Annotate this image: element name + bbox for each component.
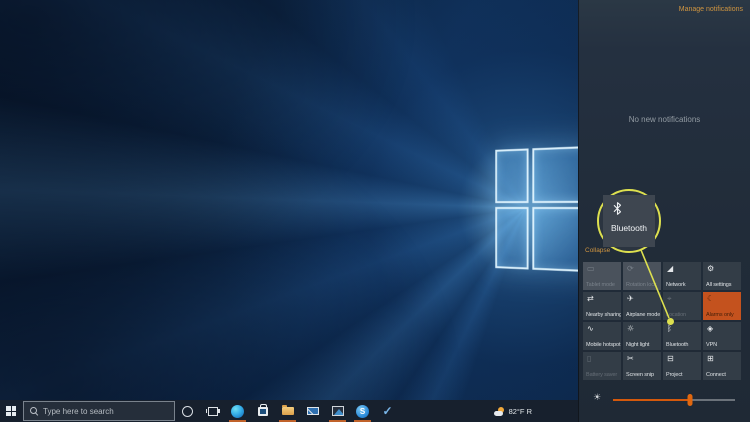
tile-label: Nearby sharing — [586, 312, 621, 318]
skype-icon: S — [356, 405, 369, 418]
bluetooth-callout-tile: Bluetooth — [603, 195, 655, 247]
tile-rotation-lock: ⟳ Rotation lock — [623, 262, 661, 290]
mail-icon — [307, 407, 319, 415]
start-button[interactable] — [0, 400, 22, 422]
network-icon: ◢ — [667, 264, 673, 273]
bluetooth-callout-label: Bluetooth — [603, 223, 655, 233]
cortana-icon — [182, 406, 193, 417]
taskbar-app-edge[interactable] — [225, 400, 250, 422]
taskbar-app-store[interactable] — [250, 400, 275, 422]
tile-label: Bluetooth — [666, 342, 688, 348]
screen-snip-icon: ✂ — [627, 354, 634, 363]
tile-label: Alarms only — [706, 312, 734, 318]
bluetooth-icon — [613, 202, 622, 215]
connect-icon: ⊞ — [707, 354, 714, 363]
weather-temperature: 82°F R — [509, 407, 532, 416]
brightness-slider[interactable] — [613, 399, 735, 401]
tile-label: Tablet mode — [586, 282, 615, 288]
desktop-wallpaper — [0, 0, 578, 400]
all-settings-icon: ⚙ — [707, 264, 714, 273]
tile-label: Screen snip — [626, 372, 654, 378]
tile-location[interactable]: ⌖ Location — [663, 292, 701, 320]
alarms-only-icon: ☾ — [707, 294, 714, 303]
bluetooth-callout-circle: Bluetooth — [597, 189, 661, 253]
tile-label: Rotation lock — [626, 282, 657, 288]
tile-connect[interactable]: ⊞ Connect — [703, 352, 741, 380]
tile-label: Battery saver — [586, 372, 617, 378]
brightness-slider-fill — [613, 399, 690, 401]
location-icon: ⌖ — [667, 294, 672, 303]
brightness-row: ☀ — [579, 390, 750, 408]
tile-bluetooth[interactable]: ᛒ Bluetooth — [663, 322, 701, 350]
rotation-lock-icon: ⟳ — [627, 264, 634, 273]
taskbar-app-photos[interactable] — [325, 400, 350, 422]
brightness-sun-icon: ☀ — [593, 393, 601, 403]
bluetooth-icon: ᛒ — [667, 324, 672, 333]
search-input[interactable]: Type here to search — [23, 401, 175, 421]
desktop-screen: Type here to search S✓ 82°F R Manage not… — [0, 0, 750, 422]
file-explorer-icon — [282, 407, 294, 415]
taskbar-app-file-explorer[interactable] — [275, 400, 300, 422]
taskbar-app-icons: S✓ — [175, 400, 400, 422]
store-icon — [258, 407, 268, 416]
tablet-mode-icon: ▭ — [587, 264, 595, 273]
tile-screen-snip[interactable]: ✂ Screen snip — [623, 352, 661, 380]
taskbar-app-to-do[interactable]: ✓ — [375, 400, 400, 422]
vpn-icon: ◈ — [707, 324, 713, 333]
nearby-sharing-icon: ⇄ — [587, 294, 594, 303]
tile-label: Project — [666, 372, 682, 378]
wallpaper-vignette — [0, 0, 578, 400]
tile-night-light[interactable]: ☼ Night light — [623, 322, 661, 350]
tile-all-settings[interactable]: ⚙ All settings — [703, 262, 741, 290]
tile-label: All settings — [706, 282, 731, 288]
tile-tablet-mode: ▭ Tablet mode — [583, 262, 621, 290]
to-do-icon: ✓ — [382, 405, 392, 417]
tile-label: Network — [666, 282, 685, 288]
brightness-slider-thumb[interactable] — [687, 394, 692, 406]
project-icon: ⊟ — [667, 354, 674, 363]
tile-label: Connect — [706, 372, 726, 378]
edge-icon — [231, 405, 244, 418]
tile-vpn[interactable]: ◈ VPN — [703, 322, 741, 350]
tile-label: Location — [666, 312, 686, 318]
taskbar-app-cortana[interactable] — [175, 400, 200, 422]
no-notifications-message: No new notifications — [579, 115, 750, 124]
windows-logo-icon — [6, 406, 16, 416]
tile-label: Mobile hotspot — [586, 342, 620, 348]
search-placeholder-text: Type here to search — [43, 407, 114, 416]
weather-icon — [494, 407, 505, 416]
manage-notifications-link[interactable]: Manage notifications — [679, 6, 743, 13]
photos-icon — [332, 406, 344, 416]
airplane-mode-icon: ✈ — [627, 294, 634, 303]
tile-project[interactable]: ⊟ Project — [663, 352, 701, 380]
tile-label: VPN — [706, 342, 717, 348]
tile-airplane-mode[interactable]: ✈ Airplane mode — [623, 292, 661, 320]
mobile-hotspot-icon: ∿ — [587, 324, 594, 333]
night-light-icon: ☼ — [627, 324, 634, 333]
battery-saver-icon: ▯ — [587, 354, 591, 363]
tile-nearby-sharing[interactable]: ⇄ Nearby sharing — [583, 292, 621, 320]
tile-alarms-only[interactable]: ☾ Alarms only — [703, 292, 741, 320]
tile-network[interactable]: ◢ Network — [663, 262, 701, 290]
system-tray-weather[interactable]: 82°F R — [494, 400, 532, 422]
tile-label: Airplane mode — [626, 312, 660, 318]
collapse-button[interactable]: Collapse — [585, 247, 610, 254]
tile-mobile-hotspot[interactable]: ∿ Mobile hotspot — [583, 322, 621, 350]
taskbar-app-task-view[interactable] — [200, 400, 225, 422]
search-icon — [30, 407, 38, 415]
quick-actions-grid: ▭ Tablet mode ⟳ Rotation lock ◢ Network ⚙ All s… — [583, 262, 743, 380]
task-view-icon — [208, 407, 218, 416]
taskbar-app-mail[interactable] — [300, 400, 325, 422]
taskbar-app-skype[interactable]: S — [350, 400, 375, 422]
tile-label: Night light — [626, 342, 649, 348]
tile-battery-saver[interactable]: ▯ Battery saver — [583, 352, 621, 380]
